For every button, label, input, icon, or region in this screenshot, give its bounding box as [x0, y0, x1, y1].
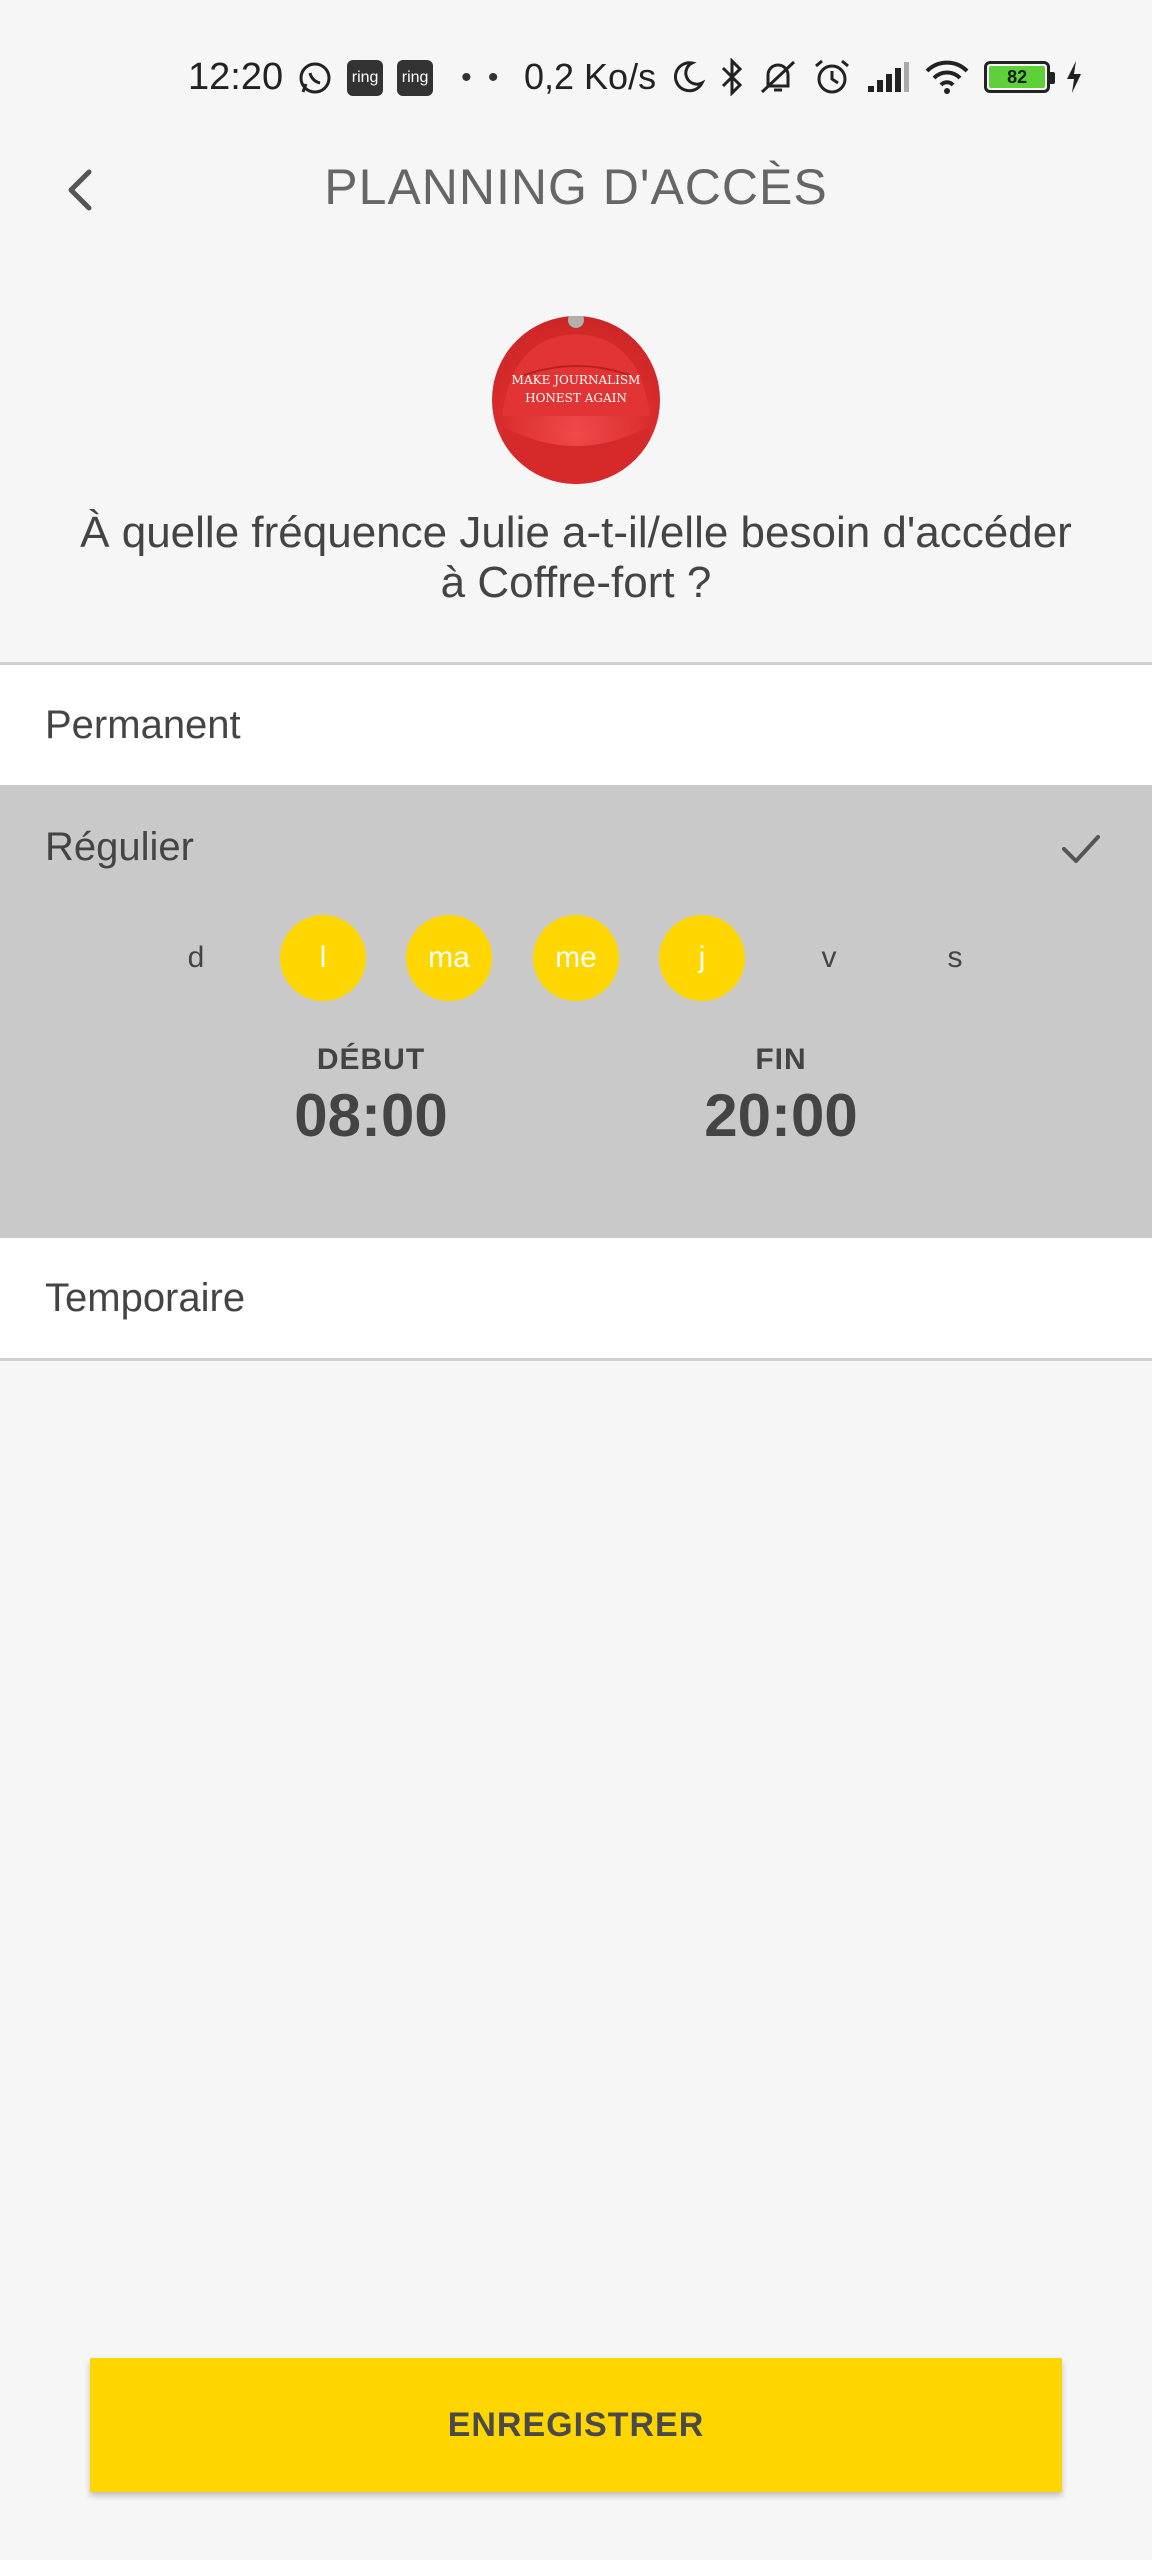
option-temporaire-label: Temporaire: [45, 1276, 246, 1320]
status-bar: 12:20 ring ring • • 0,2 Ko/s 82: [0, 0, 1152, 160]
page-title: PLANNING D'ACCÈS: [324, 159, 828, 215]
moon-icon: [670, 57, 706, 97]
battery-level: 82: [989, 66, 1046, 88]
option-temporaire[interactable]: Temporaire: [0, 1238, 1152, 1358]
status-time: 12:20: [188, 56, 284, 98]
option-regulier-label: Régulier: [45, 825, 194, 869]
wifi-icon: [924, 57, 970, 97]
more-notifications-icon: • •: [461, 60, 503, 94]
muted-bell-icon: [758, 57, 798, 97]
day-selector: d l ma me j v s: [0, 915, 1152, 1001]
whatsapp-icon: [297, 58, 333, 98]
day-sunday[interactable]: d: [153, 915, 239, 1001]
option-regulier[interactable]: Régulier d l ma me j v s DÉBUT 08:00 FIN…: [0, 785, 1152, 1238]
status-right: 0,2 Ko/s 82: [524, 56, 1084, 98]
day-thursday[interactable]: j: [659, 915, 745, 1001]
option-permanent-label: Permanent: [45, 703, 241, 747]
alarm-icon: [812, 57, 852, 97]
battery-icon: 82: [984, 61, 1056, 93]
status-left: 12:20 ring ring • •: [188, 56, 502, 99]
day-tuesday[interactable]: ma: [406, 915, 492, 1001]
start-time-value: 08:00: [294, 1082, 448, 1149]
bluetooth-icon: [720, 57, 744, 97]
frequency-question: À quelle fréquence Julie a-t-il/elle bes…: [80, 508, 1072, 607]
save-button[interactable]: ENREGISTRER: [90, 2358, 1062, 2492]
start-time-label: DÉBUT: [316, 1043, 426, 1076]
network-speed: 0,2 Ko/s: [524, 56, 657, 97]
cap-text-line1: MAKE JOURNALISM: [512, 373, 641, 387]
ring-icon: ring: [397, 59, 434, 96]
day-friday[interactable]: v: [786, 915, 872, 1001]
day-wednesday[interactable]: me: [533, 915, 619, 1001]
divider: [0, 1358, 1152, 1361]
charging-icon: [1064, 57, 1084, 97]
checkmark-icon: [1062, 835, 1100, 863]
end-time-value: 20:00: [704, 1082, 858, 1149]
end-time-label: FIN: [755, 1043, 807, 1076]
cap-photo: MAKE JOURNALISM HONEST AGAIN: [502, 316, 650, 484]
day-saturday[interactable]: s: [912, 915, 998, 1001]
signal-icon: [866, 57, 910, 97]
access-schedule-screen: 12:20 ring ring • • 0,2 Ko/s 82 PLANNING…: [0, 0, 1152, 2560]
day-monday[interactable]: l: [280, 915, 366, 1001]
start-time-picker[interactable]: DÉBUT 08:00: [221, 1043, 521, 1150]
cap-text-line2: HONEST AGAIN: [525, 391, 627, 405]
ring-icon: ring: [347, 59, 384, 96]
end-time-picker[interactable]: FIN 20:00: [631, 1043, 931, 1150]
avatar: MAKE JOURNALISM HONEST AGAIN: [492, 316, 660, 484]
option-permanent[interactable]: Permanent: [0, 665, 1152, 785]
header: PLANNING D'ACCÈS: [0, 140, 1152, 240]
